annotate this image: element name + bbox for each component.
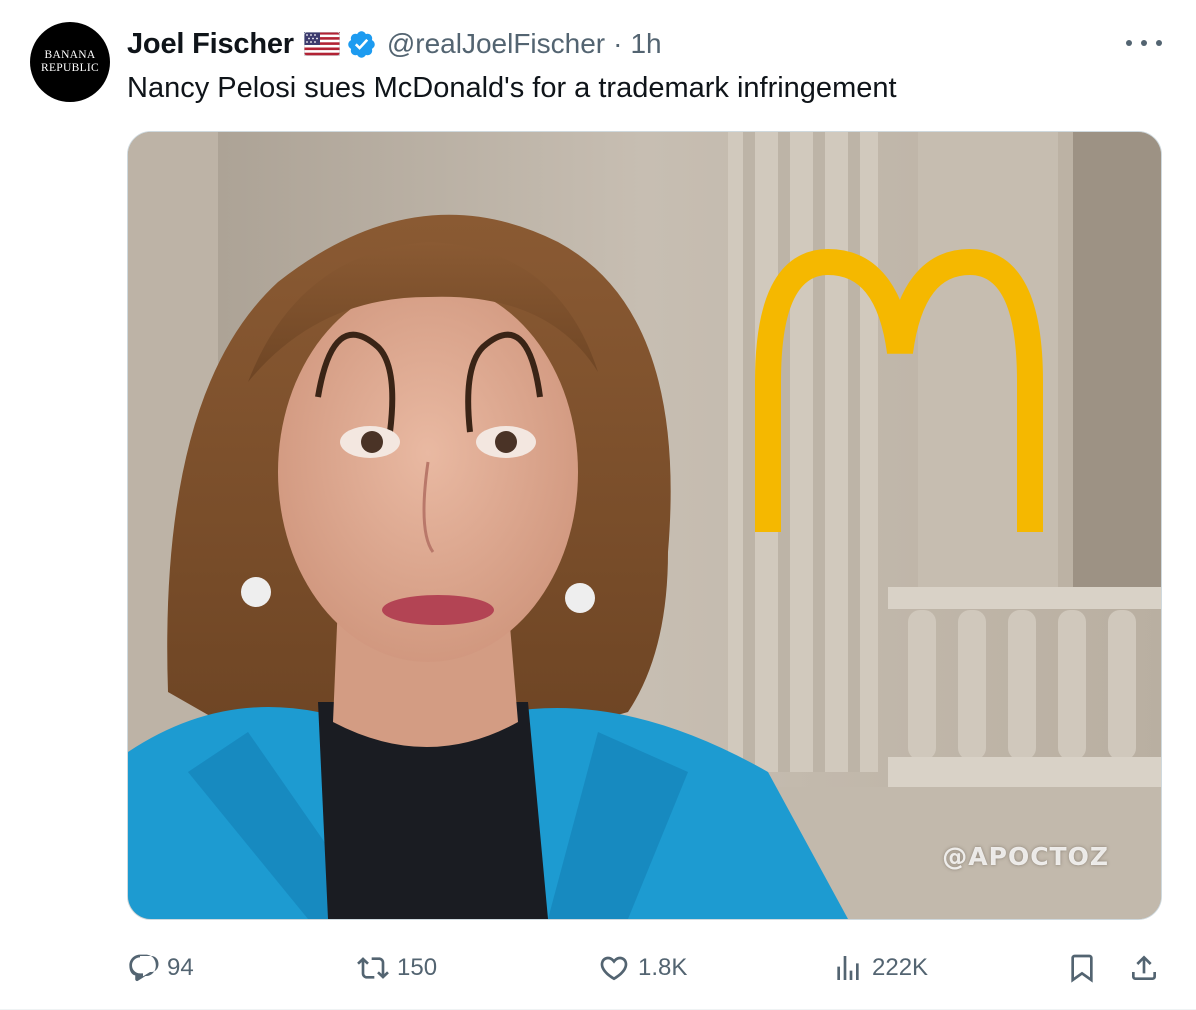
more-dot (1141, 40, 1147, 46)
watermark-text: @APOCTOZ (942, 842, 1109, 871)
bookmark-icon (1071, 954, 1093, 983)
reply-button[interactable]: 94 (127, 944, 194, 992)
like-count: 1.8K (638, 954, 688, 981)
repost-count: 150 (397, 954, 438, 981)
action-bar: 94 150 1.8K 222K (0, 944, 1196, 992)
like-button[interactable]: 1.8K (598, 944, 687, 992)
views-chart-icon (837, 956, 859, 980)
author-handle[interactable]: @realJoelFischer (387, 28, 605, 60)
repost-button[interactable]: 150 (357, 944, 437, 992)
more-dot (1156, 40, 1162, 46)
share-button[interactable] (1128, 944, 1160, 992)
share-icon (1132, 955, 1156, 980)
avatar-text-line1: BANANA (44, 49, 96, 61)
repost-icon (357, 957, 389, 979)
tweet-header: Joel Fischer @realJoelFischer · 1h (127, 26, 662, 62)
avatar-text-line2: REPUBLIC (41, 62, 99, 74)
reply-count: 94 (167, 954, 194, 981)
bookmark-button[interactable] (1066, 944, 1098, 992)
verified-badge-icon[interactable] (346, 29, 377, 60)
meme-illustration (128, 132, 1161, 919)
tweet: BANANA REPUBLIC Joel Fischer @realJoelFi… (0, 0, 1196, 1010)
author-name[interactable]: Joel Fischer (127, 28, 294, 61)
heart-icon (600, 956, 628, 981)
us-flag-icon (303, 31, 341, 57)
timestamp[interactable]: 1h (630, 28, 661, 60)
views-button[interactable]: 222K (832, 944, 928, 992)
views-count: 222K (872, 954, 929, 981)
more-dot (1126, 40, 1132, 46)
reply-icon (129, 954, 159, 982)
tweet-media-image[interactable]: @APOCTOZ (127, 131, 1162, 920)
separator: · (613, 28, 623, 59)
tweet-text: Nancy Pelosi sues McDonald's for a trade… (127, 72, 897, 104)
more-options-icon[interactable] (1126, 34, 1162, 52)
avatar[interactable]: BANANA REPUBLIC (30, 22, 110, 102)
